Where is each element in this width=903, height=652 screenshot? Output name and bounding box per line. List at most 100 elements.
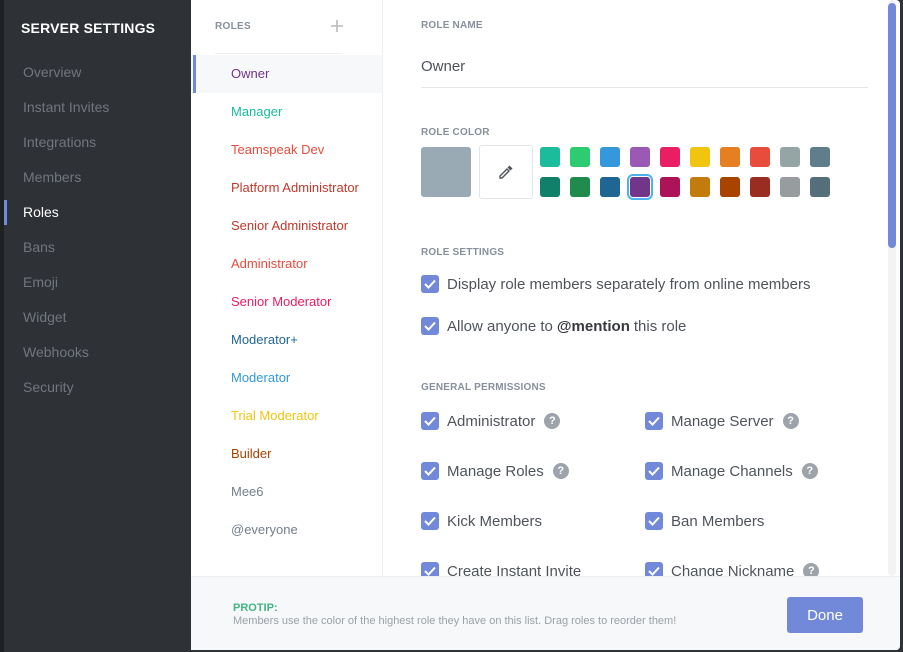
role-item[interactable]: Senior Administrator [191, 207, 382, 245]
check-icon [424, 516, 436, 526]
eyedropper-icon [499, 165, 513, 179]
color-swatch[interactable] [660, 147, 680, 167]
role-item[interactable]: Teamspeak Dev [191, 131, 382, 169]
help-icon[interactable]: ? [544, 413, 561, 429]
check-icon [424, 566, 436, 576]
create-invite-checkbox[interactable] [421, 562, 439, 576]
sidebar-item-instant-invites[interactable]: Instant Invites [0, 90, 191, 125]
help-icon[interactable]: ? [782, 413, 799, 429]
manage-roles-label: Manage Roles [447, 462, 544, 480]
color-preview-swatch[interactable] [421, 147, 471, 197]
role-item[interactable]: @everyone [191, 511, 382, 549]
role-name-input[interactable]: Owner [421, 58, 868, 88]
sidebar-item-overview[interactable]: Overview [0, 55, 191, 90]
role-item[interactable]: Manager [191, 93, 382, 131]
color-swatch[interactable] [750, 147, 770, 167]
create-invite-label: Create Instant Invite [447, 562, 582, 577]
custom-color-picker[interactable] [479, 145, 533, 199]
administrator-checkbox[interactable] [421, 412, 439, 430]
role-name-value: Owner [421, 58, 466, 75]
role-item[interactable]: Trial Moderator [191, 397, 382, 435]
ban-members-label: Ban Members [671, 512, 765, 530]
change-nickname-checkbox[interactable] [645, 562, 663, 576]
color-swatch[interactable] [780, 147, 800, 167]
color-swatch[interactable] [540, 147, 560, 167]
permission-ban-members[interactable]: Ban Members [645, 512, 764, 530]
role-item[interactable]: Moderator+ [191, 321, 382, 359]
help-icon[interactable]: ? [552, 463, 569, 479]
color-swatch[interactable] [780, 177, 800, 197]
mention-keyword: @mention [556, 317, 630, 335]
sidebar-item-emoji[interactable]: Emoji [0, 265, 191, 300]
scrollbar-thumb[interactable] [888, 3, 896, 248]
check-icon [424, 466, 436, 476]
role-item[interactable]: Builder [191, 435, 382, 473]
color-swatch-grid [540, 147, 840, 207]
manage-channels-checkbox[interactable] [645, 462, 663, 480]
color-swatch[interactable] [600, 147, 620, 167]
color-swatch[interactable] [720, 177, 740, 197]
role-item[interactable]: Platform Administrator [191, 169, 382, 207]
protip-label: PROTIP: [233, 602, 278, 614]
allow-mention-checkbox[interactable] [421, 317, 439, 335]
general-permissions-title: GENERAL PERMISSIONS [421, 382, 546, 393]
color-swatch[interactable] [660, 177, 680, 197]
check-icon [648, 516, 660, 526]
color-swatch[interactable] [750, 177, 770, 197]
manage-server-checkbox[interactable] [645, 412, 663, 430]
sidebar-item-bans[interactable]: Bans [0, 230, 191, 265]
color-swatch[interactable] [690, 147, 710, 167]
role-item[interactable]: Senior Moderator [191, 283, 382, 321]
roles-column: ROLES Owner Manager Teamspeak Dev Platform … [191, 0, 383, 576]
role-list: Owner Manager Teamspeak Dev Platform Admini… [191, 55, 382, 549]
ban-members-checkbox[interactable] [645, 512, 663, 530]
check-icon [648, 566, 660, 576]
color-swatch[interactable] [720, 147, 740, 167]
manage-roles-checkbox[interactable] [421, 462, 439, 480]
permission-manage-channels[interactable]: Manage Channels ? [645, 462, 818, 480]
sidebar-item-members[interactable]: Members [0, 160, 191, 195]
administrator-label: Administrator [447, 412, 536, 430]
done-button[interactable]: Done [787, 597, 863, 633]
allow-mention-option[interactable]: Allow anyone to @mention this role [421, 317, 686, 335]
role-item[interactable]: Administrator [191, 245, 382, 283]
permission-create-invite[interactable]: Create Instant Invite [421, 562, 581, 576]
permission-change-nickname[interactable]: Change Nickname ? [645, 562, 820, 576]
permission-manage-roles[interactable]: Manage Roles ? [421, 462, 569, 480]
role-color-title: ROLE COLOR [421, 127, 490, 138]
sidebar-item-webhooks[interactable]: Webhooks [0, 335, 191, 370]
role-item[interactable]: Mee6 [191, 473, 382, 511]
check-icon [648, 416, 660, 426]
sidebar-item-widget[interactable]: Widget [0, 300, 191, 335]
color-swatch[interactable] [540, 177, 560, 197]
role-item[interactable]: Owner [191, 55, 382, 93]
sidebar-item-security[interactable]: Security [0, 370, 191, 405]
display-separately-checkbox[interactable] [421, 275, 439, 293]
add-role-button[interactable] [331, 14, 343, 38]
color-swatch[interactable] [600, 177, 620, 197]
color-swatch[interactable] [630, 147, 650, 167]
color-swatch[interactable] [690, 177, 710, 197]
help-icon[interactable]: ? [803, 563, 820, 576]
kick-members-checkbox[interactable] [421, 512, 439, 530]
color-swatch[interactable] [810, 177, 830, 197]
kick-members-label: Kick Members [447, 512, 543, 530]
display-separately-option[interactable]: Display role members separately from onl… [421, 275, 810, 293]
color-swatch[interactable] [570, 177, 590, 197]
settings-sidebar: SERVER SETTINGS Overview Instant Invites I… [0, 0, 191, 652]
sidebar-item-integrations[interactable]: Integrations [0, 125, 191, 160]
help-icon[interactable]: ? [801, 463, 818, 479]
plus-icon [331, 20, 343, 32]
sidebar-item-roles[interactable]: Roles [0, 195, 191, 230]
permission-manage-server[interactable]: Manage Server ? [645, 412, 799, 430]
role-item[interactable]: Moderator [191, 359, 382, 397]
permission-administrator[interactable]: Administrator ? [421, 412, 561, 430]
role-name-title: ROLE NAME [421, 20, 483, 31]
color-swatch[interactable] [570, 147, 590, 167]
permission-kick-members[interactable]: Kick Members [421, 512, 542, 530]
check-icon [648, 466, 660, 476]
display-separately-label: Display role members separately from onl… [447, 275, 811, 293]
scrollbar-track[interactable] [888, 0, 896, 576]
color-swatch[interactable] [810, 147, 830, 167]
color-swatch[interactable] [627, 174, 653, 200]
